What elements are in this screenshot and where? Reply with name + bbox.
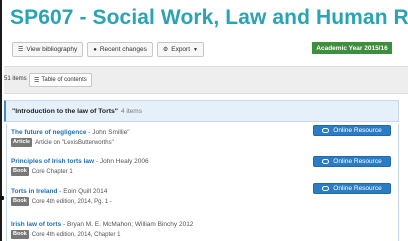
list-item: Principles of Irish torts law - John Hea… [11, 157, 149, 176]
list-icon: ☰ [18, 47, 24, 53]
table-of-contents-button[interactable]: ☰ Table of contents [29, 73, 92, 87]
item-note: Core 4th edition, 2014, Chapter 1 [31, 231, 121, 238]
item-author: - Bryan M. E. McMahon; William Binchy 20… [63, 221, 194, 228]
item-note: Article on "LexisButterworths" [35, 139, 114, 146]
section-title: "Introduction to the law of Torts" [12, 107, 118, 115]
item-title-link[interactable]: Principles of Irish torts law [11, 158, 94, 165]
item-note: Core 4th edition, 2014, Pg. 1 - [31, 198, 112, 205]
reading-list-page: SP607 - Social Work, Law and Human Right… [0, 0, 408, 241]
online-resource-label: Online Resource [333, 185, 382, 192]
link-icon [322, 186, 330, 191]
academic-year-badge: Academic Year 2015/16 [312, 42, 392, 54]
item-note: Core Chapter 1 [31, 168, 73, 175]
item-type-badge: Book [11, 230, 29, 239]
link-icon [322, 159, 330, 164]
online-resource-button[interactable]: Online Resource [313, 125, 391, 136]
item-title-link[interactable]: Torts in Ireland [11, 188, 57, 195]
page-title: SP607 - Social Work, Law and Human Right… [10, 6, 408, 29]
info-circle-icon: ● [93, 46, 97, 53]
item-author: - John Healy 2006 [95, 158, 149, 165]
recent-changes-label: Recent changes [99, 46, 147, 53]
caret-down-icon: ▼ [193, 46, 198, 53]
reading-list-content: "Introduction to the law of Torts" 4 ite… [4, 100, 408, 241]
recent-changes-button[interactable]: ● Recent changes [87, 42, 153, 57]
items-bar: 51 items ☰ Table of contents [4, 66, 408, 94]
item-title-link[interactable]: Irish law of torts [11, 221, 61, 228]
item-type-badge: Article [11, 138, 33, 147]
export-button[interactable]: ⚙ Export ▼ [156, 42, 204, 57]
online-resource-label: Online Resource [333, 158, 382, 165]
link-icon [322, 128, 330, 133]
toolbar: ☰ View bibliography ● Recent changes ⚙ E… [12, 42, 204, 57]
view-bibliography-button[interactable]: ☰ View bibliography [12, 42, 84, 57]
list-item: The future of negligence - John Smillie"… [11, 128, 130, 147]
left-border [0, 0, 2, 241]
view-bibliography-label: View bibliography [26, 46, 78, 53]
item-type-badge: Book [11, 167, 29, 176]
item-type-badge: Book [11, 197, 29, 206]
gear-icon: ⚙ [162, 47, 169, 53]
list-icon: ☰ [34, 77, 40, 84]
list-item: Irish law of torts - Bryan M. E. McMahon… [11, 220, 193, 239]
item-author: - Eoin Quill 2014 [59, 188, 108, 195]
list-item: Torts in Ireland - Eoin Quill 2014 Book … [11, 187, 112, 206]
section-item-count: 4 items [121, 107, 142, 115]
online-resource-label: Online Resource [333, 127, 382, 134]
table-of-contents-label: Table of contents [41, 77, 87, 83]
section-header[interactable]: "Introduction to the law of Torts" 4 ite… [4, 100, 399, 122]
item-author: - John Smillie" [88, 129, 130, 136]
items-count: 51 items [4, 76, 27, 82]
export-label: Export [171, 46, 191, 53]
online-resource-button[interactable]: Online Resource [313, 156, 391, 167]
online-resource-button[interactable]: Online Resource [313, 183, 391, 194]
item-title-link[interactable]: The future of negligence [11, 129, 86, 136]
